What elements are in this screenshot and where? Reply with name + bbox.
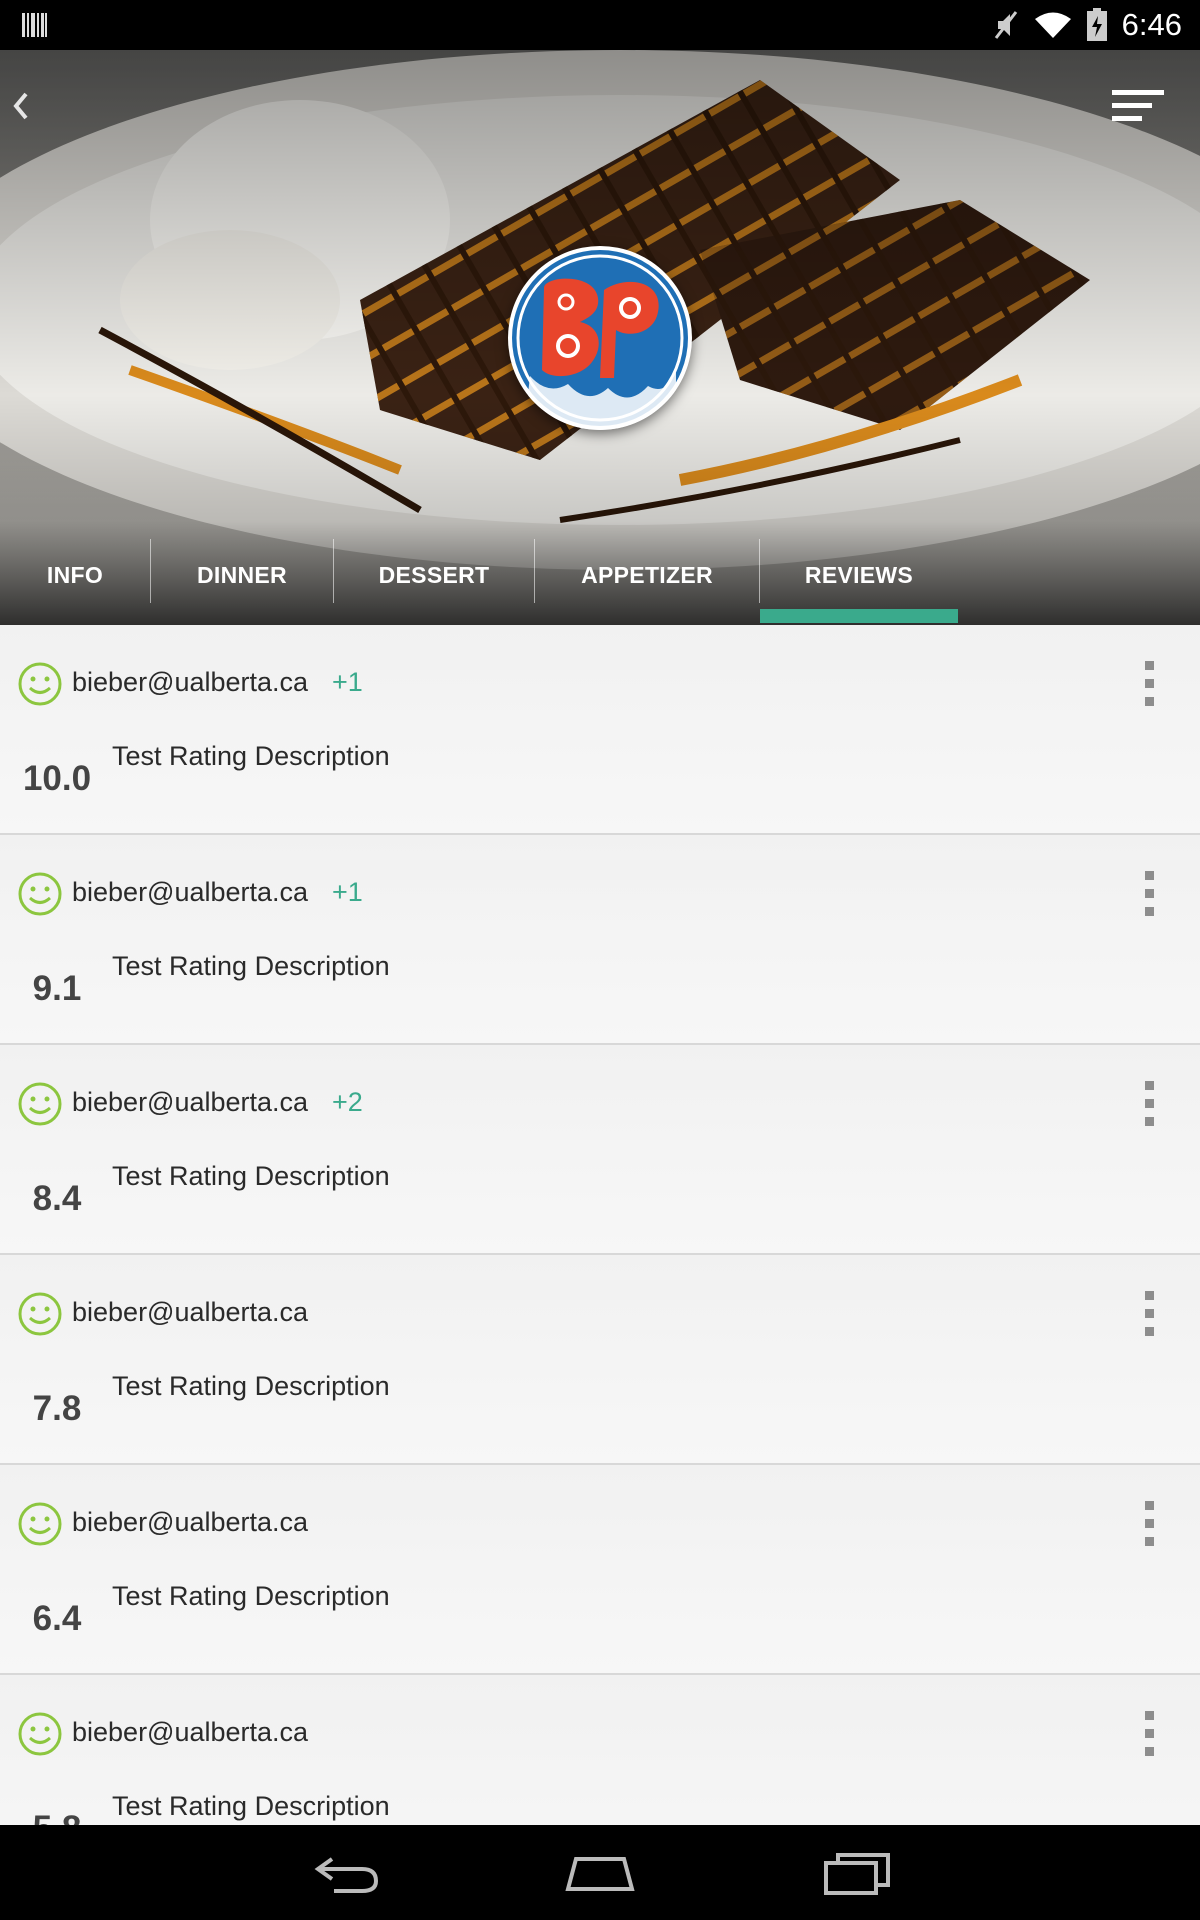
reviews-list[interactable]: bieber@ualberta.ca +1 10.0 Test Rating D… (0, 625, 1200, 1825)
tab-info[interactable]: INFO (0, 525, 150, 625)
tab-label: APPETIZER (581, 561, 713, 588)
review-user: bieber@ualberta.ca (72, 877, 309, 907)
tab-appetizer[interactable]: APPETIZER (535, 525, 759, 625)
battery-charging-icon (1086, 8, 1107, 41)
home-icon[interactable] (562, 1847, 638, 1899)
tab-dinner[interactable]: DINNER (151, 525, 333, 625)
review-user: bieber@ualberta.ca (72, 1087, 309, 1117)
recent-apps-icon[interactable] (822, 1847, 892, 1899)
review-item[interactable]: bieber@ualberta.ca 7.8 Test Rating Descr… (0, 1255, 1200, 1465)
tab-label: REVIEWS (804, 561, 914, 588)
review-description: Test Rating Description (112, 1791, 390, 1821)
review-votes: +1 (332, 877, 363, 907)
overflow-menu-icon[interactable] (1142, 1711, 1156, 1759)
status-time: 6:46 (1121, 7, 1182, 42)
review-description: Test Rating Description (112, 1371, 390, 1401)
back-icon[interactable] (310, 1847, 382, 1899)
review-description: Test Rating Description (112, 1581, 390, 1611)
wifi-icon (1034, 12, 1071, 38)
overflow-menu-icon[interactable] (1142, 1081, 1156, 1129)
smiley-icon (18, 1502, 62, 1546)
tab-bar: INFO DINNER DESSERT APPETIZER REVIEWS (0, 525, 1200, 625)
smiley-icon (18, 1292, 62, 1336)
smiley-icon (18, 662, 62, 706)
review-score: 5.8 (20, 1809, 94, 1825)
overflow-menu-icon[interactable] (1142, 1291, 1156, 1339)
barcode-icon (22, 13, 47, 37)
tab-label: INFO (46, 561, 104, 588)
review-score: 8.4 (32, 1179, 82, 1218)
tab-dessert[interactable]: DESSERT (334, 525, 534, 625)
review-user: bieber@ualberta.ca (72, 1717, 309, 1747)
status-bar: 6:46 (0, 0, 1200, 50)
overflow-menu-icon[interactable] (1142, 661, 1156, 709)
review-item[interactable]: bieber@ualberta.ca 5.8 Test Rating Descr… (0, 1675, 1200, 1825)
review-description: Test Rating Description (112, 741, 390, 771)
smiley-icon (18, 1712, 62, 1756)
review-user: bieber@ualberta.ca (72, 1507, 309, 1537)
review-votes: +1 (332, 667, 363, 697)
back-chevron-icon[interactable] (8, 86, 32, 126)
review-score: 10.0 (22, 759, 92, 798)
restaurant-logo (508, 246, 692, 430)
review-score: 6.4 (32, 1599, 82, 1638)
review-score: 7.8 (32, 1389, 82, 1428)
overflow-menu-icon[interactable] (1142, 871, 1156, 919)
review-item[interactable]: bieber@ualberta.ca 6.4 Test Rating Descr… (0, 1465, 1200, 1675)
review-description: Test Rating Description (112, 1161, 390, 1191)
review-description: Test Rating Description (112, 951, 390, 981)
system-nav-bar (0, 1825, 1200, 1920)
restaurant-header: INFO DINNER DESSERT APPETIZER REVIEWS (0, 50, 1200, 625)
review-votes: +2 (332, 1087, 363, 1117)
tab-reviews[interactable]: REVIEWS (760, 525, 958, 625)
review-score: 9.1 (32, 969, 82, 1008)
sort-menu-icon[interactable] (1112, 86, 1164, 126)
review-user: bieber@ualberta.ca (72, 1297, 309, 1327)
mute-icon (994, 11, 1017, 39)
review-item[interactable]: bieber@ualberta.ca +1 9.1 Test Rating De… (0, 835, 1200, 1045)
review-item[interactable]: bieber@ualberta.ca +2 8.4 Test Rating De… (0, 1045, 1200, 1255)
review-item[interactable]: bieber@ualberta.ca +1 10.0 Test Rating D… (0, 625, 1200, 835)
tab-label: DINNER (197, 561, 287, 588)
smiley-icon (18, 1082, 62, 1126)
tab-label: DESSERT (378, 561, 490, 588)
overflow-menu-icon[interactable] (1142, 1501, 1156, 1549)
review-user: bieber@ualberta.ca (72, 667, 309, 697)
smiley-icon (18, 872, 62, 916)
